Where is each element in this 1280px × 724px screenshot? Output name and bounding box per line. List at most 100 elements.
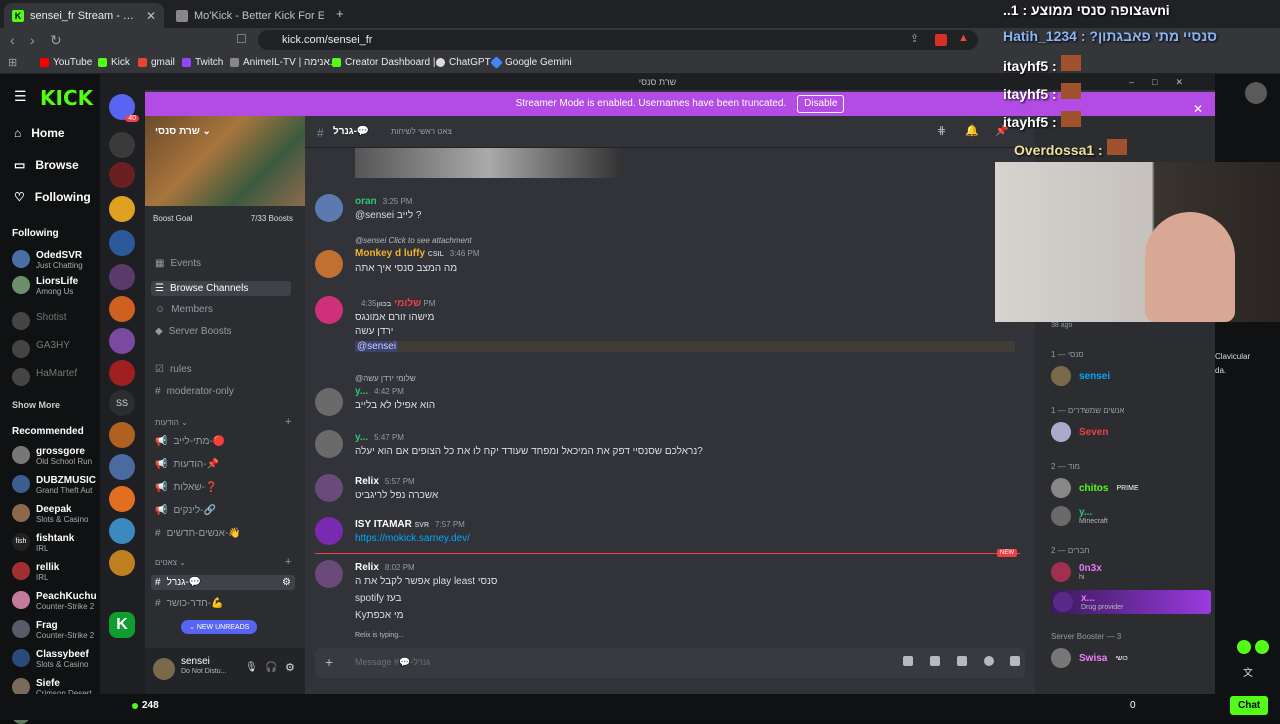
reply-preview[interactable]: @שלומי ירדן עשה [355,374,416,383]
author[interactable]: שלומי בכוון4:35 PM [355,298,435,309]
channel-item[interactable]: # אנשים-חדשים-👋 [155,528,241,539]
forward-icon[interactable]: › [30,32,35,48]
member-item[interactable]: Seven [1051,422,1108,442]
new-tab-icon[interactable]: + [336,6,344,21]
server-name-button[interactable]: שרת סנסי ⌄ [155,126,211,137]
microphone-icon[interactable]: 🎙 [245,662,258,673]
channel-item[interactable]: 📢 מתי-לייב-🔴 [155,436,225,447]
bookmark-animeil[interactable]: AnimeIL-TV | אנימה... [230,57,338,68]
category-chats[interactable]: צאטים ⌄ [155,558,186,567]
server-icon-ss[interactable]: SS [109,390,135,416]
author[interactable]: Relix 8:02 PM [355,562,415,573]
avatar[interactable] [315,250,343,278]
member-item[interactable]: x... Drug provider [1051,590,1211,614]
boost-goal-bar[interactable]: Boost Goal 7/33 Boosts [153,214,293,223]
avatar[interactable] [315,296,343,324]
bookmark-twitch[interactable]: Twitch [182,57,223,68]
channel-moderator-only[interactable]: # moderator-only [155,386,234,397]
window-controls[interactable]: –□✕ [1129,74,1201,90]
channel-item[interactable]: 📢 לינקים-🔗 [155,505,216,516]
member-item[interactable]: Swisa כושי [1051,648,1128,668]
recommended-item[interactable]: Deepak Slots & Casino [12,504,88,525]
bookmark-gemini[interactable]: Google Gemini [490,56,572,69]
settings-icon[interactable]: ⚙ [282,577,291,588]
server-icon[interactable] [109,422,135,448]
reply-preview[interactable]: @sensei Click to see attachment [355,236,472,245]
kick-server-icon[interactable]: K [109,612,135,638]
channel-members[interactable]: ☺ Members [155,304,213,315]
server-icon[interactable] [109,196,135,222]
author[interactable]: y... 4:42 PM [355,386,404,397]
attachment-image[interactable] [355,148,621,178]
recommended-item[interactable]: Frag Counter-Strike 2 [12,620,94,641]
server-icon[interactable] [109,486,135,512]
add-channel-icon[interactable]: + [285,416,291,428]
avatar[interactable] [153,658,175,680]
channel-item[interactable]: 📢 שאלות-❓ [155,482,217,493]
avatar[interactable] [315,474,343,502]
settings-icon[interactable]: ⚙ [285,661,295,674]
threads-icon[interactable]: ⋕ [937,124,946,137]
member-item[interactable]: y... Minecraft [1051,506,1108,526]
server-icon[interactable] [109,162,135,188]
recommended-item[interactable]: DUBZMUSIC Grand Theft Aut [12,475,96,496]
bookmark-gmail[interactable]: gmail [138,57,175,68]
server-icon[interactable] [109,454,135,480]
apps-icon[interactable]: ⊞ [8,56,17,69]
nav-home[interactable]: ⌂ Home [14,126,65,140]
avatar[interactable] [315,517,343,545]
bell-icon[interactable]: 🔔 [965,124,979,137]
chat-button[interactable]: Chat [1230,696,1269,715]
server-icon[interactable] [109,132,135,158]
author[interactable]: Monkey d luffy CSIL 3:46 PM [355,248,480,259]
extension-icon[interactable] [935,34,947,46]
bookmark-creator-dashboard[interactable]: Creator Dashboard |... [332,57,444,68]
server-icon[interactable] [109,518,135,544]
dm-home-icon[interactable]: 40 [109,94,139,122]
bookmark-chatgpt[interactable]: ChatGPT [436,57,491,68]
emote-icon[interactable] [1237,640,1251,654]
recommended-item[interactable]: rellik IRL [12,562,59,583]
recommended-item[interactable]: grossgore Old School Run [12,446,92,467]
gift-icon[interactable] [903,656,913,666]
new-unreads-button[interactable]: ⌄ NEW UNREADS [181,620,258,634]
author[interactable]: ISY ITAMAR SVR 7:57 PM [355,519,465,530]
headphones-icon[interactable]: 🎧 [265,662,277,673]
tab-kick-stream[interactable]: K sensei_fr Stream - Watch Live on Kick … [4,3,164,28]
apps-icon[interactable] [1010,656,1020,666]
author[interactable]: oran 3:25 PM [355,196,412,207]
member-item[interactable]: sensei [1051,366,1110,386]
kick-logo[interactable]: KICK [40,86,93,110]
channel-events[interactable]: ▦ Events [155,258,201,269]
server-icon[interactable] [109,550,135,576]
add-attachment-icon[interactable]: + [325,654,333,670]
add-channel-icon[interactable]: + [285,556,291,568]
following-item[interactable]: HaMartef [12,368,77,386]
server-icon[interactable] [109,264,135,290]
author[interactable]: Relix 5:57 PM [355,476,415,487]
translate-icon[interactable]: 文 [1243,664,1253,679]
recommended-item[interactable]: PeachKuchu Counter-Strike 2 [12,591,97,612]
server-icon[interactable] [109,328,135,354]
following-item[interactable]: Shotist [12,312,67,330]
following-item[interactable]: LiorsLife Among Us [12,276,78,297]
channel-server-boosts[interactable]: ◆ Server Boosts [155,326,232,337]
following-item[interactable]: OdedSVR Just Chatting [12,250,83,271]
sticker-icon[interactable] [957,656,967,666]
server-icon[interactable] [109,360,135,386]
author[interactable]: y... 5:47 PM [355,432,404,443]
avatar[interactable] [315,560,343,588]
close-icon[interactable]: ✕ [146,9,156,23]
mention[interactable]: @sensei [355,341,399,352]
show-more-link[interactable]: Show More [12,400,60,410]
channel-rules[interactable]: ☑ rules [155,364,192,375]
disable-streamer-mode-button[interactable]: Disable [797,95,845,113]
nav-browse[interactable]: ▭ Browse [14,158,79,172]
recommended-item[interactable]: fish fishtank IRL [12,533,74,554]
channel-general-active[interactable]: # גנרל-💬 ⚙ [151,575,295,590]
bookmark-kick[interactable]: Kick [98,57,130,68]
bookmark-youtube[interactable]: YouTube [40,57,92,68]
server-icon[interactable] [109,230,135,256]
channel-browse-channels[interactable]: ☰ Browse Channels [151,281,291,296]
channel-item[interactable]: 📢 הודעות-📌 [155,459,219,470]
